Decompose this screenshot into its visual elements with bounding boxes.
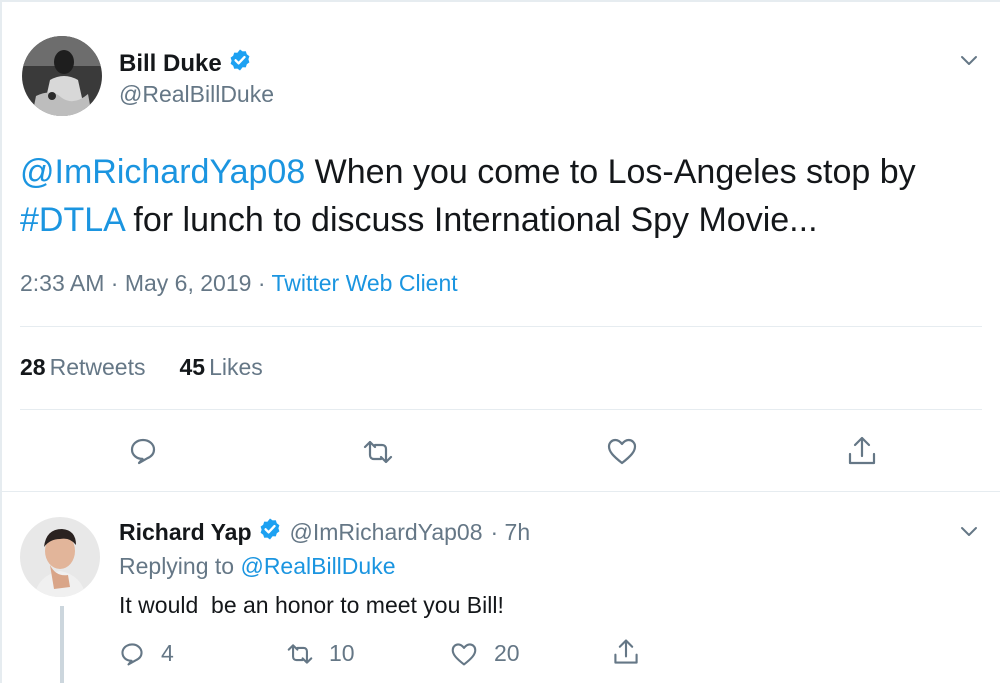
meta-separator: ·: [104, 270, 125, 296]
reply-author-name[interactable]: Richard Yap: [119, 519, 252, 546]
divider: [20, 326, 982, 327]
frame-top-border: [0, 0, 1000, 2]
reply-header: Richard Yap @ImRichardYap08 · 7h: [119, 517, 530, 547]
retweets-label: Retweets: [49, 354, 146, 380]
replying-to-label: Replying to: [119, 553, 241, 579]
tweet-meta: 2:33 AM · May 6, 2019 · Twitter Web Clie…: [20, 270, 458, 297]
chevron-down-icon[interactable]: [958, 50, 980, 77]
reply-retweet-button[interactable]: 10: [285, 640, 355, 667]
likes-count: 45: [179, 354, 206, 380]
meta-separator: ·: [251, 270, 272, 296]
reply-retweet-count: 10: [329, 640, 355, 666]
share-button[interactable]: [845, 434, 879, 468]
reply-author-handle[interactable]: @ImRichardYap08: [290, 519, 483, 546]
retweet-icon: [285, 641, 315, 667]
reply-chevron-down-icon[interactable]: [958, 521, 980, 548]
reply-avatar[interactable]: [20, 517, 100, 597]
like-button[interactable]: [606, 436, 638, 466]
retweets-count: 28: [20, 354, 46, 380]
reply-icon: [119, 641, 145, 667]
tweet-stats: 28 Retweets 45 Likes: [20, 354, 263, 381]
retweet-button[interactable]: [361, 437, 395, 467]
share-icon: [611, 637, 641, 667]
likes-stat[interactable]: 45 Likes: [179, 354, 262, 381]
reply-reply-button[interactable]: 4: [119, 640, 174, 667]
like-icon: [450, 641, 478, 667]
like-icon: [606, 436, 638, 466]
divider: [0, 491, 1000, 492]
verified-icon: [228, 48, 252, 79]
mention-link[interactable]: @ImRichardYap08: [20, 153, 305, 191]
author-name[interactable]: Bill Duke: [119, 48, 252, 79]
verified-icon: [258, 517, 282, 547]
reply-reply-count: 4: [161, 640, 174, 666]
tweet-text-part1: When you come to Los-Angeles stop by: [305, 153, 916, 191]
retweet-icon: [361, 437, 395, 467]
likes-label: Likes: [209, 354, 263, 380]
reply-text: It would be an honor to meet you Bill!: [119, 592, 504, 618]
reply-age[interactable]: · 7h: [490, 519, 530, 546]
reply-like-count: 20: [494, 640, 520, 666]
share-icon: [845, 434, 879, 468]
hashtag-link[interactable]: #DTLA: [20, 201, 124, 239]
author-name-text: Bill Duke: [119, 49, 222, 77]
reply-button[interactable]: [128, 436, 158, 466]
divider: [20, 409, 982, 410]
avatar[interactable]: [22, 36, 102, 116]
tweet-time[interactable]: 2:33 AM: [20, 270, 104, 296]
tweet-client[interactable]: Twitter Web Client: [271, 270, 457, 296]
replying-to-handle[interactable]: @RealBillDuke: [240, 553, 395, 579]
reply-like-button[interactable]: 20: [450, 640, 520, 667]
tweet-text: @ImRichardYap08 When you come to Los-Ang…: [20, 148, 980, 244]
thread-line: [60, 606, 64, 683]
frame-left-border: [0, 0, 2, 683]
reply-share-button[interactable]: [611, 637, 641, 667]
author-handle[interactable]: @RealBillDuke: [119, 81, 274, 108]
retweets-stat[interactable]: 28 Retweets: [20, 354, 145, 381]
replying-to: Replying to @RealBillDuke: [119, 553, 395, 580]
tweet-date[interactable]: May 6, 2019: [125, 270, 252, 296]
reply-icon: [128, 436, 158, 466]
tweet-text-part2: for lunch to discuss International Spy M…: [123, 201, 818, 239]
